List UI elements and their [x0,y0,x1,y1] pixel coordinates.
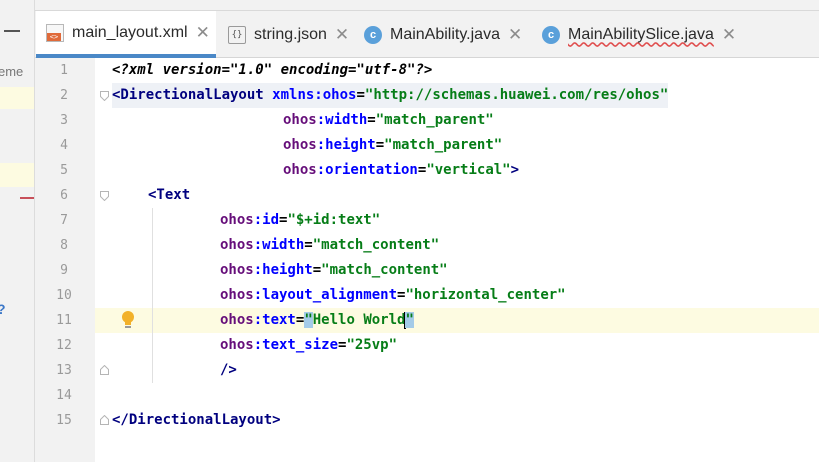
line-number: 15 [56,413,72,428]
code-line-12[interactable]: ohos:text_size="25vp" [220,333,397,358]
xml-file-icon [46,23,64,42]
code-line-13[interactable]: /> [220,358,237,383]
error-marker [20,197,34,199]
tab-label: MainAbility.java [390,25,500,43]
project-panel-edge: eme ? [0,0,35,462]
collapse-icon[interactable] [4,30,20,32]
fold-open-icon[interactable] [100,91,109,101]
line-number: 12 [56,338,72,353]
line-number: 6 [60,188,68,203]
panel-highlight [0,87,34,109]
code-line-4[interactable]: ohos:height="match_parent" [283,133,502,158]
code-line-7[interactable]: ohos:id="$+id:text" [220,208,380,233]
code-line-1[interactable]: <?xml version="1.0" encoding="utf-8"?> [112,58,432,83]
line-number: 13 [56,363,72,378]
line-number: 8 [60,238,68,253]
close-tab-icon[interactable]: ✕ [335,25,349,45]
line-number: 10 [56,288,72,303]
tab-label: main_layout.xml [72,23,188,41]
line-number: 1 [60,63,68,78]
json-file-icon: {} [228,25,246,44]
tab-label: MainAbilitySlice.java [568,25,714,43]
current-line-highlight [95,308,819,333]
fold-end-icon[interactable] [100,365,109,375]
fold-end-icon[interactable] [100,415,109,425]
lightbulb-icon[interactable] [120,310,136,330]
indent-guide [152,208,153,383]
line-number: 5 [60,163,68,178]
line-number: 9 [60,263,68,278]
line-number: 11 [56,313,72,328]
matched-quote: " [405,312,414,328]
code-line-5[interactable]: ohos:orientation="vertical"> [283,158,519,183]
line-number: 3 [60,113,68,128]
tab-mainability-java[interactable]: c MainAbility.java ✕ [360,11,532,58]
fold-open-icon[interactable] [100,191,109,201]
line-number: 4 [60,138,68,153]
close-tab-icon[interactable]: ✕ [722,25,736,45]
java-class-icon: c [542,25,560,44]
line-number: 7 [60,213,68,228]
tab-string-json[interactable]: {} string.json ✕ [224,11,354,58]
tab-label: string.json [254,25,327,43]
tab-main-layout-xml[interactable]: main_layout.xml ✕ [36,11,216,58]
close-tab-icon[interactable]: ✕ [508,25,522,45]
matched-quote: " [304,312,313,328]
code-line-3[interactable]: ohos:width="match_parent" [283,108,494,133]
code-line-2[interactable]: <DirectionalLayout xmlns:ohos="http://sc… [112,83,669,108]
panel-partial-glyph: ? [0,301,6,317]
code-line-6[interactable]: <Text [148,183,190,208]
panel-highlight [0,163,34,187]
line-number: 14 [56,388,72,403]
line-number: 2 [60,88,68,103]
tab-mainabilityslice-java[interactable]: c MainAbilitySlice.java ✕ [538,11,743,58]
code-line-9[interactable]: ohos:height="match_content" [220,258,448,283]
java-class-icon: c [364,25,382,44]
code-line-15[interactable]: </DirectionalLayout> [112,408,281,433]
close-tab-icon[interactable]: ✕ [196,23,210,43]
code-line-8[interactable]: ohos:width="match_content" [220,233,439,258]
code-line-10[interactable]: ohos:layout_alignment="horizontal_center… [220,283,566,308]
project-panel-partial-text: eme [0,64,24,79]
code-line-11[interactable]: ohos:text="Hello World" [220,308,414,333]
